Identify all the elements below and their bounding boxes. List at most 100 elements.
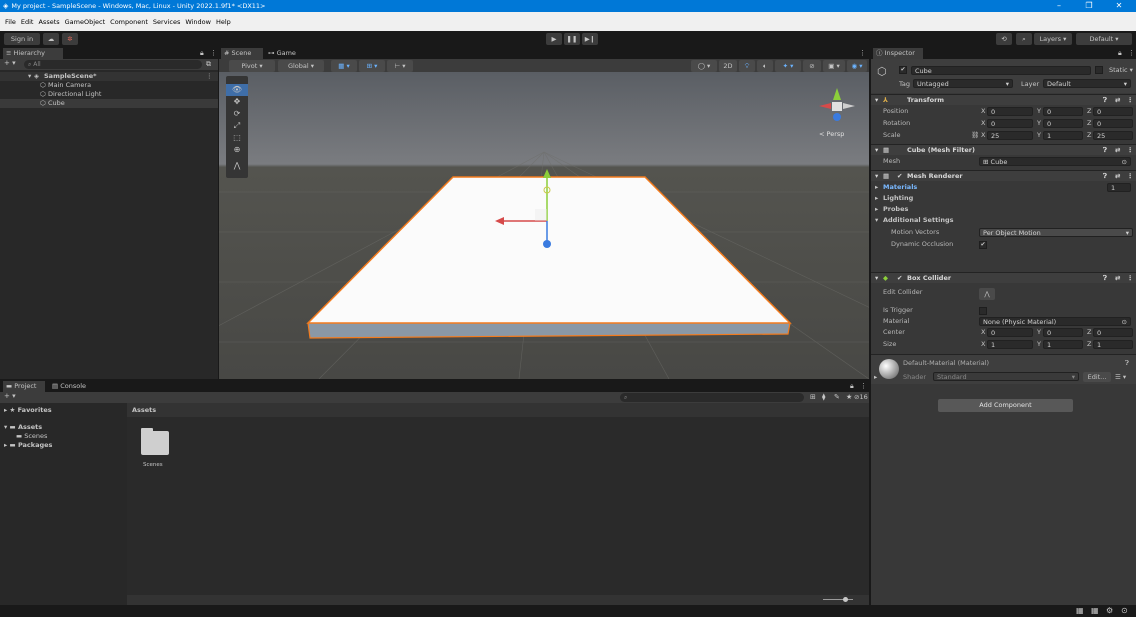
hierarchy-search-input[interactable]: ⌕ All bbox=[24, 60, 202, 69]
label-filter-icon[interactable]: ⧫ bbox=[822, 393, 825, 401]
transform-tool-icon[interactable]: ⊕ bbox=[226, 144, 248, 156]
menu-component[interactable]: Component bbox=[110, 18, 148, 26]
grid-snap-button[interactable]: ▦ ▾ bbox=[331, 60, 357, 72]
collapse-arrow-icon[interactable]: ▾ bbox=[4, 423, 7, 431]
play-button[interactable]: ▶ bbox=[546, 33, 562, 45]
move-tool-icon[interactable]: ✥ bbox=[226, 96, 248, 108]
hierarchy-item-cube[interactable]: ⬡ Cube bbox=[0, 99, 218, 108]
notifications-icon[interactable]: ⊙ bbox=[1121, 606, 1128, 615]
audio-toggle-icon[interactable]: 🔈︎ bbox=[757, 60, 773, 72]
edit-shader-button[interactable]: Edit... bbox=[1083, 372, 1111, 382]
collapse-arrow-icon[interactable]: ▾ bbox=[875, 171, 878, 182]
persp-label[interactable]: < Persp bbox=[819, 130, 844, 138]
tag-dropdown[interactable]: Untagged ▾ bbox=[913, 79, 1013, 88]
tab-project[interactable]: ▬ Project bbox=[3, 381, 45, 392]
menu-help[interactable]: Help bbox=[216, 18, 231, 26]
help-icon[interactable]: ❓︎ bbox=[1103, 95, 1107, 106]
size-x-input[interactable]: 1 bbox=[987, 340, 1033, 349]
sign-in-button[interactable]: Sign in bbox=[4, 33, 40, 45]
menu-edit[interactable]: Edit bbox=[21, 18, 34, 26]
center-z-input[interactable]: 0 bbox=[1093, 328, 1133, 337]
view-tool-icon[interactable]: 👁︎ bbox=[226, 84, 248, 96]
gizmos-dropdown[interactable]: ◉ ▾ bbox=[847, 60, 867, 72]
lock-icon[interactable]: 🔒︎ bbox=[850, 382, 854, 391]
expand-arrow-icon[interactable]: ▸ bbox=[4, 441, 7, 449]
transform-header[interactable]: ▾ ⅄ Transform ❓︎ ⇄ ⋮ bbox=[871, 94, 1136, 105]
rotation-x-input[interactable]: 0 bbox=[987, 119, 1033, 128]
pivot-dropdown[interactable]: Pivot ▾ bbox=[229, 60, 275, 72]
size-y-input[interactable]: 1 bbox=[1043, 340, 1083, 349]
enabled-checkbox[interactable]: ✔ bbox=[897, 273, 902, 284]
tree-scenes[interactable]: ▬ Scenes bbox=[16, 432, 47, 440]
component-menu-icon[interactable]: ⋮ bbox=[1127, 273, 1134, 284]
effects-dropdown[interactable]: ✦ ▾ bbox=[775, 60, 801, 72]
shader-dropdown[interactable]: Standard ▾ bbox=[933, 372, 1079, 381]
scale-tool-icon[interactable]: ⤢ bbox=[226, 120, 248, 132]
kebab-menu-icon[interactable]: ⋮ bbox=[210, 49, 217, 57]
object-picker-icon[interactable]: ⊙ bbox=[1122, 158, 1127, 166]
mesh-filter-header[interactable]: ▾ ▦ Cube (Mesh Filter) ❓︎ ⇄ ⋮ bbox=[871, 144, 1136, 155]
scene-menu-icon[interactable]: ⋮ bbox=[206, 72, 213, 81]
minimize-button[interactable]: – bbox=[1048, 0, 1070, 12]
static-checkbox[interactable] bbox=[1095, 66, 1103, 74]
cube-top-face[interactable] bbox=[306, 176, 792, 324]
lighting-foldout[interactable]: ▸ Lighting bbox=[871, 193, 1136, 204]
tab-hierarchy[interactable]: ≡ Hierarchy bbox=[3, 48, 63, 59]
zoom-slider-thumb[interactable] bbox=[843, 597, 848, 602]
object-picker-icon[interactable]: ⊙ bbox=[1122, 318, 1127, 326]
expand-arrow-icon[interactable]: ▸ bbox=[875, 182, 878, 193]
component-menu-icon[interactable]: ⋮ bbox=[1127, 95, 1134, 106]
favorite-star-icon[interactable]: ★ bbox=[846, 393, 852, 401]
pause-button[interactable]: ❚❚ bbox=[564, 33, 580, 45]
rotation-y-input[interactable]: 0 bbox=[1043, 119, 1083, 128]
expand-arrow-icon[interactable]: ▸ bbox=[875, 193, 878, 204]
link-icon[interactable]: ⛓︎ bbox=[971, 130, 979, 141]
box-collider-header[interactable]: ▾ ◆ ✔ Box Collider ❓︎ ⇄ ⋮ bbox=[871, 272, 1136, 283]
kebab-menu-icon[interactable]: ⋮ bbox=[859, 49, 866, 57]
history-icon[interactable]: ⟲ bbox=[996, 33, 1012, 45]
global-dropdown[interactable]: Global ▾ bbox=[278, 60, 324, 72]
camera-dropdown[interactable]: ▣ ▾ bbox=[823, 60, 845, 72]
draw-mode-button[interactable]: ◯ ▾ bbox=[691, 60, 717, 72]
scene-row[interactable]: ▾ ◈ SampleScene* ⋮ bbox=[0, 72, 218, 81]
rect-tool-icon[interactable]: ⬚ bbox=[226, 132, 248, 144]
position-y-input[interactable]: 0 bbox=[1043, 107, 1083, 116]
tab-inspector[interactable]: ⓘ Inspector bbox=[873, 48, 923, 59]
scale-y-input[interactable]: 1 bbox=[1043, 131, 1083, 140]
step-button[interactable]: ▶❙ bbox=[582, 33, 598, 45]
scale-x-input[interactable]: 25 bbox=[987, 131, 1033, 140]
favorites-row[interactable]: ▸ ★ Favorites bbox=[4, 406, 52, 414]
collab-icon[interactable]: ✲ bbox=[62, 33, 78, 45]
lock-icon[interactable]: 🔒︎ bbox=[200, 49, 204, 58]
kebab-menu-icon[interactable]: ⋮ bbox=[860, 382, 867, 390]
preset-icon[interactable]: ⇄ bbox=[1115, 95, 1120, 106]
increment-button[interactable]: ⊢ ▾ bbox=[387, 60, 413, 72]
materials-count-field[interactable]: 1 bbox=[1107, 183, 1131, 192]
help-icon[interactable]: ❓︎ bbox=[1103, 145, 1107, 156]
center-y-input[interactable]: 0 bbox=[1043, 328, 1083, 337]
layout-dropdown[interactable]: Default ▾ bbox=[1076, 33, 1132, 45]
tag-filter-icon[interactable]: ✎ bbox=[834, 393, 840, 401]
lock-icon[interactable]: 🔒︎ bbox=[1118, 49, 1122, 58]
preset-icon[interactable]: ⇄ bbox=[1115, 171, 1120, 182]
hidden-objects-toggle[interactable]: ⊘ bbox=[803, 60, 821, 72]
scene-viewport[interactable]: 👁︎ ✥ ⟳ ⤢ ⬚ ⊕ ⋀ < Persp bbox=[219, 72, 869, 379]
probes-foldout[interactable]: ▸ Probes bbox=[871, 204, 1136, 215]
help-icon[interactable]: ❓︎ bbox=[1103, 171, 1107, 182]
component-menu-icon[interactable]: ⋮ bbox=[1127, 145, 1134, 156]
help-icon[interactable]: ❓︎ bbox=[1125, 359, 1129, 368]
layers-dropdown[interactable]: Layers ▾ bbox=[1034, 33, 1072, 45]
progress-icon[interactable]: ▦ bbox=[1091, 606, 1099, 615]
expand-arrow-icon[interactable]: ▸ bbox=[874, 373, 877, 381]
layer-dropdown[interactable]: Default ▾ bbox=[1043, 79, 1131, 88]
mesh-renderer-header[interactable]: ▾ ▦ ✔ Mesh Renderer ❓︎ ⇄ ⋮ bbox=[871, 170, 1136, 181]
tab-scene[interactable]: # Scene bbox=[221, 48, 263, 59]
filter-icon[interactable]: ⧉ bbox=[206, 60, 211, 69]
orientation-gizmo[interactable] bbox=[801, 84, 861, 132]
maximize-button[interactable]: ❐ bbox=[1078, 0, 1100, 12]
lighting-toggle-icon[interactable]: 💡︎ bbox=[739, 60, 755, 72]
close-button[interactable]: ✕ bbox=[1108, 0, 1130, 12]
rotate-tool-icon[interactable]: ⟳ bbox=[226, 108, 248, 120]
collapse-arrow-icon[interactable]: ▾ bbox=[875, 215, 878, 226]
collapse-arrow-icon[interactable]: ▾ bbox=[875, 145, 878, 156]
